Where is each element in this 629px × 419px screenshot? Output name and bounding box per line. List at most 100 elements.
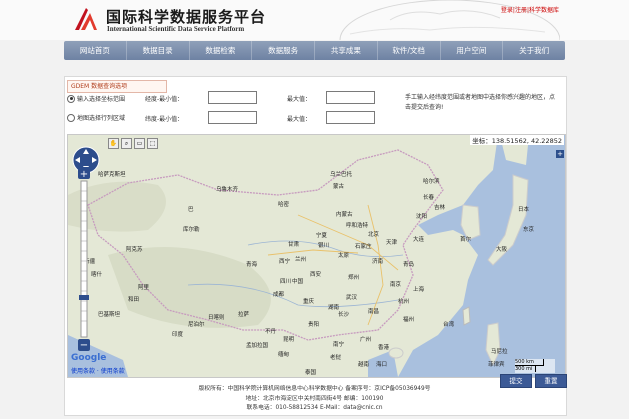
map-label: 太原: [338, 253, 350, 259]
google-logo: Google: [71, 353, 107, 363]
map-label: 大阪: [496, 247, 508, 253]
nav-catalog[interactable]: 数据目录: [127, 41, 190, 60]
query-hint: 手工输入经纬度范围或者地图中选择你感兴趣的地区，点击提交后查询!: [405, 94, 556, 111]
map-label: 宁夏: [316, 233, 328, 239]
option-coordinate-range[interactable]: 输入选择坐标范围: [67, 94, 125, 104]
map-label: 湖南: [328, 305, 340, 311]
map-label: 乌鲁木齐: [216, 187, 239, 193]
map-label: 兰州: [295, 257, 307, 263]
map-label: 日喀则: [208, 315, 225, 321]
lat-max-input[interactable]: [326, 111, 375, 124]
lat-min-input[interactable]: [208, 111, 257, 124]
logo-icon: [75, 8, 97, 30]
zoom-slider[interactable]: + −: [78, 167, 90, 352]
terms-link[interactable]: 使用条款: [101, 368, 125, 375]
option-map-region[interactable]: 地图选择行列区域: [67, 113, 125, 123]
map-label: 石家庄: [355, 244, 372, 250]
map-terrain: [68, 135, 565, 377]
map-label: 南宁: [333, 342, 345, 348]
coord-value: 138.51562, 42.22852: [491, 137, 562, 145]
lon-min-input[interactable]: [208, 91, 257, 104]
map-label: 福州: [403, 317, 415, 323]
map-label: 印度: [172, 332, 184, 338]
expand-icon[interactable]: +: [556, 150, 564, 158]
select-region-icon[interactable]: ⬚: [147, 138, 158, 149]
map-label: 不丹: [265, 329, 277, 335]
hand-icon[interactable]: ✋: [108, 138, 119, 149]
nav-software[interactable]: 软件/文档: [378, 41, 441, 60]
footer-contact: 联系电话：010-58812534 E-Mail：data@cnic.cn: [246, 405, 383, 411]
lon-max-input[interactable]: [326, 91, 375, 104]
map-label: 沈阳: [416, 214, 428, 220]
map-label: 广州: [360, 337, 372, 343]
panel-title: GDEM 数据查询选项: [67, 80, 167, 93]
register-link[interactable]: 注册: [515, 7, 527, 14]
radio-icon[interactable]: [67, 94, 75, 103]
scale-mi: 300 mi: [515, 366, 536, 372]
nav-search[interactable]: 数据检索: [190, 41, 253, 60]
map-label: 银川: [318, 243, 330, 249]
map-label: 长沙: [338, 312, 350, 318]
radio-icon[interactable]: [67, 113, 75, 122]
map-label: 哈尔滨: [423, 179, 440, 185]
map-label: 香港: [378, 345, 390, 351]
map-label: 贵阳: [308, 322, 320, 328]
map-label: 蒙古: [333, 184, 345, 190]
map-label: 缅甸: [278, 352, 290, 358]
map-label: 哈萨克斯坦: [98, 172, 126, 178]
map-label: 台湾: [443, 322, 455, 328]
map-label: 巴基斯坦: [98, 312, 121, 318]
map-label: 成都: [273, 292, 285, 298]
footer-address: 地址：北京市海淀区中关村南四街4号 邮编：100190: [245, 395, 384, 402]
map-view[interactable]: 新疆 乌鲁木齐 哈密 阿克苏 喀什 和田 巴基斯坦 库尔勒 巴 阿里 拉萨 日喀…: [67, 134, 566, 378]
map-label: 马尼拉: [491, 349, 508, 355]
map-label: 重庆: [303, 299, 315, 305]
svg-text:+: +: [80, 169, 88, 180]
map-label: 杭州: [398, 299, 410, 305]
nav-results[interactable]: 共享成果: [315, 41, 378, 60]
map-label: 大连: [413, 237, 425, 243]
map-label: 日本: [518, 207, 530, 213]
map-label: 阿里: [138, 285, 150, 291]
map-label: 昆明: [283, 337, 295, 343]
map-label: 东京: [523, 227, 535, 233]
map-label: 库尔勒: [183, 227, 200, 233]
map-label: 尼泊尔: [188, 322, 205, 328]
draw-icon[interactable]: ▭: [134, 138, 145, 149]
site-subtitle: International Scientific Data Service Pl…: [107, 25, 245, 33]
lat-max-label: 最大值：: [287, 116, 312, 123]
map-label: 首尔: [460, 237, 472, 243]
map-label: 武汉: [346, 295, 358, 301]
option-label: 地图选择行列区域: [77, 115, 126, 122]
scale-mi-label: 300 mi: [515, 366, 533, 372]
login-link[interactable]: 登录: [501, 7, 513, 14]
zoom-handle[interactable]: [79, 295, 89, 300]
map-toolbar: ✋ ⌕ ▭ ⬚: [108, 138, 158, 149]
nav-user-space[interactable]: 用户空间: [441, 41, 504, 60]
map-label: 甘肃: [288, 242, 300, 248]
map-label: 孟加拉国: [246, 343, 269, 349]
main-nav: 网站首页 数据目录 数据检索 数据服务 共享成果 软件/文档 用户空间 关于我们: [64, 41, 565, 60]
map-label: 乌兰巴托: [330, 172, 353, 178]
map-label: 越南: [358, 362, 370, 368]
lon-max-label: 最大值：: [287, 96, 312, 103]
terms-link[interactable]: 使用条款: [71, 368, 95, 375]
coord-label: 坐标：: [472, 137, 492, 145]
nav-data-service[interactable]: 数据服务: [252, 41, 315, 60]
map-label: 拉萨: [238, 312, 250, 318]
map-footer-links: 使用条款 · 使用条款: [71, 368, 125, 375]
map-label: 呼和浩特: [346, 223, 369, 229]
map-label: 郑州: [348, 275, 360, 281]
nav-home[interactable]: 网站首页: [64, 41, 127, 60]
map-label: 北京: [368, 232, 380, 238]
map-label: 吉林: [434, 205, 446, 211]
map-label: 上海: [413, 287, 425, 293]
query-panel: GDEM 数据查询选项 输入选择坐标范围 地图选择行列区域 经度-最小值： 最大…: [64, 76, 567, 416]
nav-about[interactable]: 关于我们: [503, 41, 565, 60]
zoom-box-icon[interactable]: ⌕: [121, 138, 132, 149]
map-label: 四川: [280, 279, 292, 285]
science-db-link[interactable]: 科学数据库: [529, 7, 559, 14]
map-label: 菲律宾: [488, 362, 505, 368]
site-header: 国际科学数据服务平台 International Scientific Data…: [0, 0, 629, 40]
scale-km: 500 km: [515, 359, 544, 366]
